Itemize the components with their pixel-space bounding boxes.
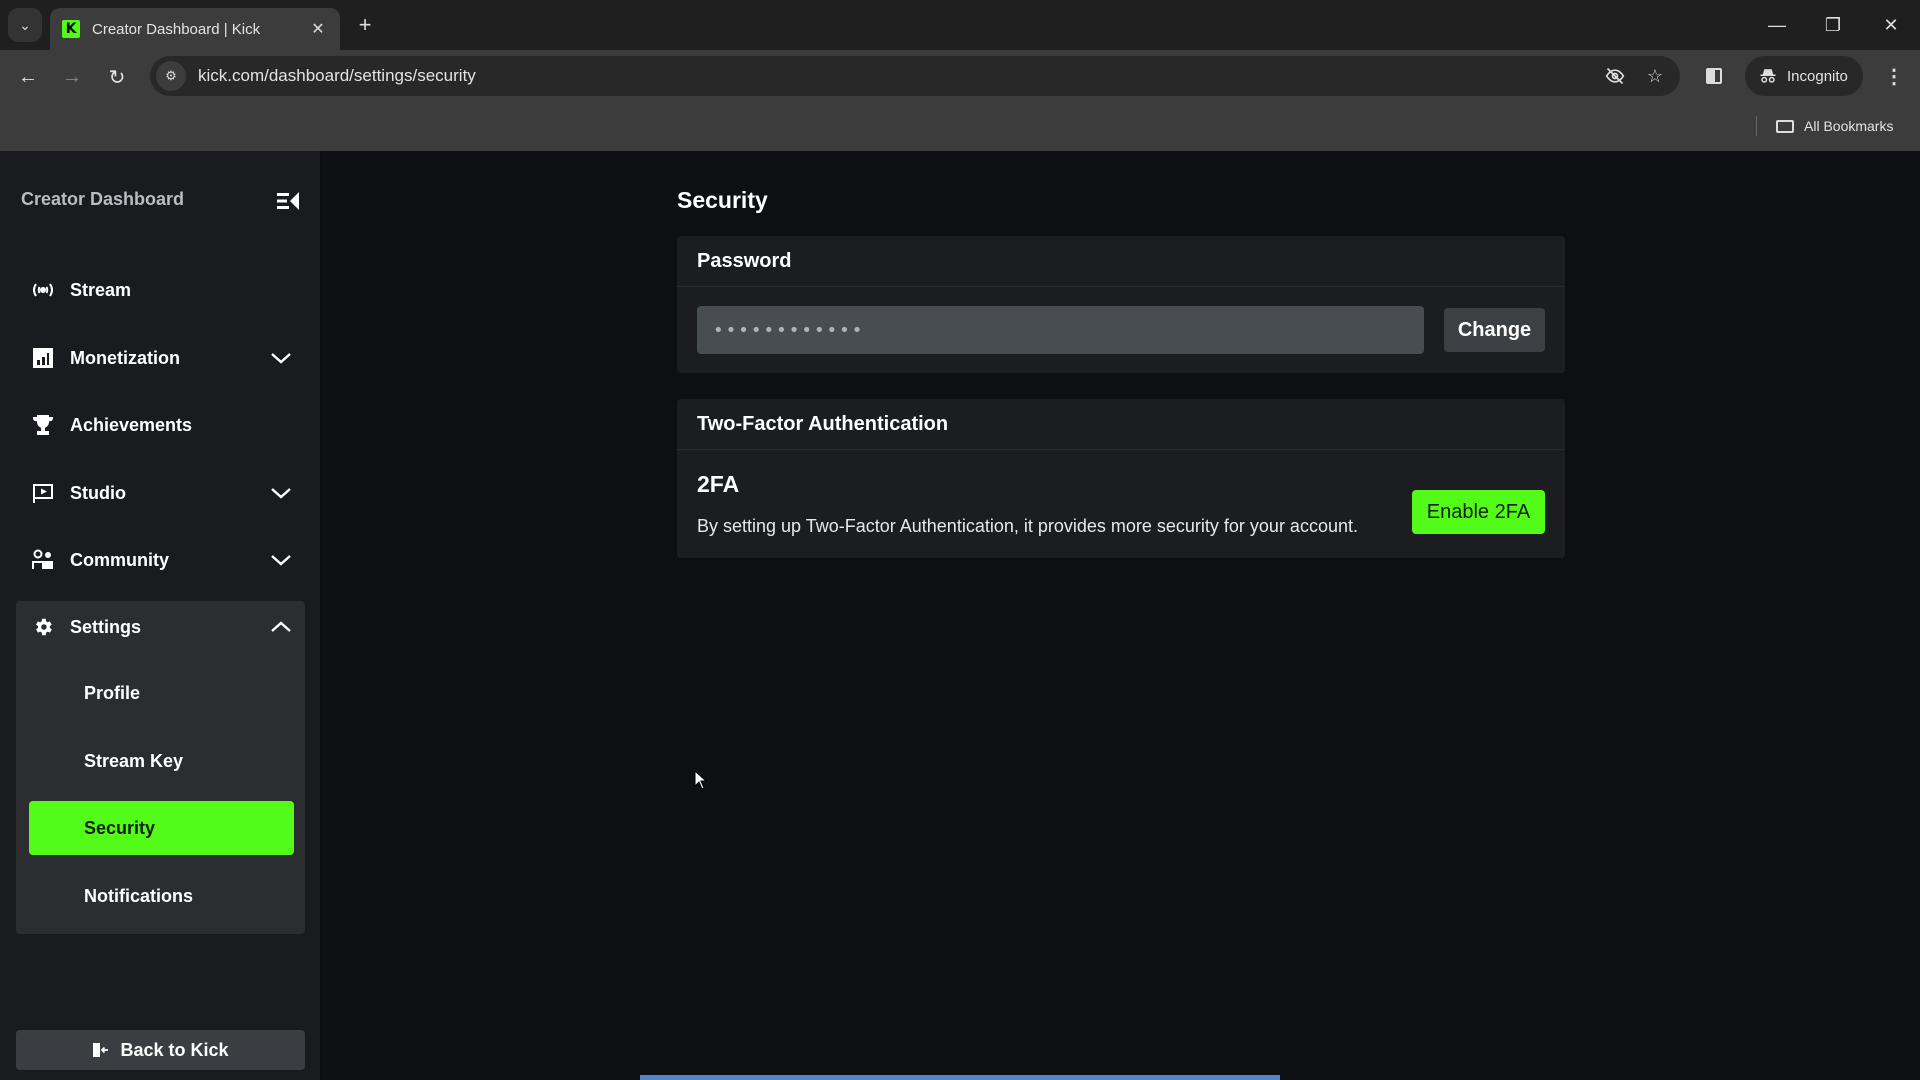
mouse-cursor-icon: [694, 770, 708, 790]
all-bookmarks-button[interactable]: All Bookmarks: [1776, 114, 1893, 138]
browser-tab-active[interactable]: K Creator Dashboard | Kick ✕: [50, 8, 340, 50]
incognito-profile-button[interactable]: Incognito: [1745, 56, 1863, 96]
tab-search-button[interactable]: ⌄: [8, 8, 42, 42]
collapse-sidebar-button[interactable]: [275, 189, 301, 213]
profile-label: Incognito: [1787, 67, 1848, 85]
browser-tab-strip: ⌄ K Creator Dashboard | Kick ✕ + — ❐ ✕: [0, 0, 1920, 50]
sidebar-item-settings[interactable]: Settings: [30, 607, 295, 647]
bookmarks-divider: [1756, 116, 1757, 136]
site-info-button[interactable]: ⚙: [156, 61, 186, 91]
eye-off-icon: [1605, 67, 1625, 85]
sidebar-item-label: Community: [70, 549, 169, 570]
password-field[interactable]: [697, 306, 1424, 354]
reload-button[interactable]: ↻: [102, 62, 132, 92]
url-text[interactable]: kick.com/dashboard/settings/security: [198, 66, 1600, 86]
all-bookmarks-label: All Bookmarks: [1804, 118, 1894, 134]
forward-button[interactable]: →: [57, 62, 87, 92]
sidebar-item-studio[interactable]: Studio: [30, 473, 295, 513]
sidebar-subitem-profile[interactable]: Profile: [29, 666, 294, 720]
chart-icon: [30, 346, 56, 370]
studio-icon: [30, 481, 56, 505]
sidebar-item-label: Monetization: [70, 347, 180, 368]
side-panel-button[interactable]: [1700, 62, 1728, 90]
arrow-right-icon: →: [62, 65, 82, 88]
two-factor-heading: Two-Factor Authentication: [677, 399, 1565, 450]
sidebar-item-monetization[interactable]: Monetization: [30, 338, 295, 378]
tab-title: Creator Dashboard | Kick: [92, 20, 261, 38]
kick-favicon-icon: K: [62, 20, 80, 38]
folder-icon: [1776, 119, 1794, 133]
chevron-down-icon[interactable]: [267, 481, 295, 505]
broadcast-icon: [30, 278, 56, 302]
tune-icon: ⚙: [165, 68, 177, 83]
incognito-icon: [1760, 69, 1776, 83]
tracking-protection-button[interactable]: [1600, 61, 1630, 91]
close-tab-icon[interactable]: ✕: [308, 19, 328, 39]
trophy-icon: [30, 413, 56, 437]
back-to-kick-label: Back to Kick: [120, 1039, 229, 1060]
password-heading: Password: [677, 236, 1565, 287]
page-title: Security: [677, 187, 768, 213]
new-tab-button[interactable]: +: [352, 12, 378, 38]
two-factor-description: By setting up Two-Factor Authentication,…: [697, 516, 1358, 536]
chevron-down-icon[interactable]: [267, 346, 295, 370]
close-window-button[interactable]: ✕: [1876, 10, 1906, 40]
sidebar: Creator Dashboard Stream Monetization Ac…: [0, 151, 321, 1080]
sidebar-item-community[interactable]: Community: [30, 540, 295, 580]
bookmarks-bar: All Bookmarks: [0, 102, 1920, 151]
sidebar-subitem-security[interactable]: Security: [29, 801, 294, 855]
two-factor-label: 2FA: [697, 471, 740, 497]
address-bar[interactable]: ⚙ kick.com/dashboard/settings/security ☆: [150, 56, 1680, 96]
loading-progress-bar: [640, 1075, 1280, 1080]
settings-group: Settings Profile Stream Key Security Not…: [16, 601, 305, 934]
browser-toolbar: ← → ↻ ⚙ kick.com/dashboard/settings/secu…: [0, 50, 1920, 102]
chevron-up-icon[interactable]: [267, 615, 295, 639]
minimize-button[interactable]: —: [1762, 10, 1792, 40]
sidebar-item-label: Studio: [70, 482, 126, 503]
sidebar-item-stream[interactable]: Stream: [30, 270, 295, 310]
sidebar-item-label: Stream: [70, 279, 132, 300]
sidebar-title: Creator Dashboard: [21, 189, 185, 209]
community-icon: [30, 548, 56, 572]
restore-button[interactable]: ❐: [1818, 10, 1848, 40]
page-content: Creator Dashboard Stream Monetization Ac…: [0, 151, 1920, 1080]
change-password-button[interactable]: Change: [1444, 308, 1545, 352]
back-button[interactable]: ←: [13, 62, 43, 92]
star-icon: ☆: [1646, 65, 1664, 86]
reload-icon: ↻: [108, 66, 126, 89]
chevron-down-icon[interactable]: [267, 548, 295, 572]
exit-icon: [93, 1043, 109, 1057]
sidebar-item-achievements[interactable]: Achievements: [30, 405, 295, 445]
enable-2fa-button[interactable]: Enable 2FA: [1412, 490, 1545, 534]
sidebar-item-label: Achievements: [70, 414, 193, 435]
password-card: Password Change: [677, 236, 1565, 373]
sidebar-subitem-notifications[interactable]: Notifications: [29, 869, 294, 923]
gear-icon: [30, 615, 56, 639]
sidebar-subitem-stream-key[interactable]: Stream Key: [29, 734, 294, 788]
browser-menu-button[interactable]: ⋮: [1880, 62, 1908, 90]
sidebar-item-label: Settings: [70, 616, 142, 637]
bookmark-star-button[interactable]: ☆: [1640, 61, 1670, 91]
more-vertical-icon: ⋮: [1884, 65, 1904, 88]
back-to-kick-button[interactable]: Back to Kick: [16, 1030, 305, 1070]
arrow-left-icon: ←: [18, 65, 38, 88]
collapse-menu-icon: [277, 192, 299, 210]
side-panel-icon: [1706, 68, 1722, 84]
chevron-down-icon: ⌄: [19, 16, 31, 33]
two-factor-card: Two-Factor Authentication 2FA By setting…: [677, 399, 1565, 558]
